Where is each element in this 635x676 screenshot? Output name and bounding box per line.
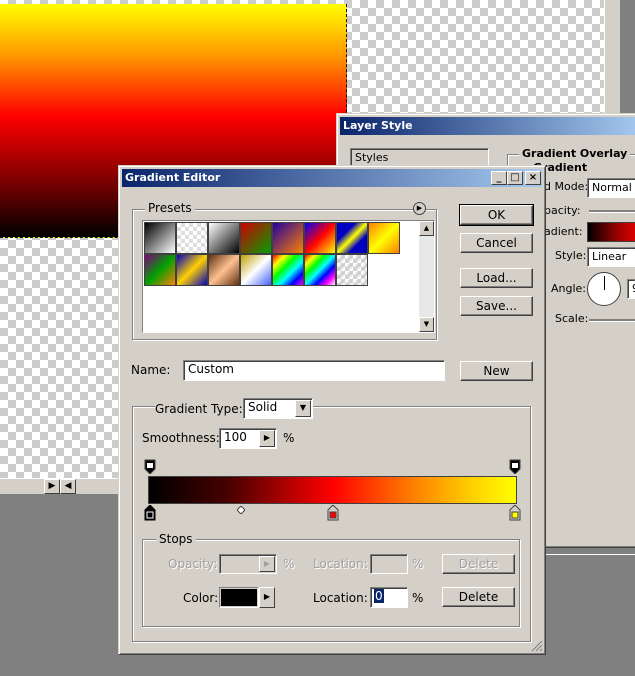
- midpoint-diamond-icon[interactable]: [236, 504, 246, 515]
- color-location-input[interactable]: 0: [370, 587, 408, 608]
- dropdown-arrow-icon[interactable]: ▼: [295, 400, 311, 417]
- color-menu-arrow-icon[interactable]: ▶: [259, 587, 275, 608]
- opacity-delete-button: Delete: [442, 554, 515, 574]
- preset-swatch[interactable]: [304, 222, 336, 254]
- color-location-value: 0: [374, 589, 384, 603]
- preset-swatch[interactable]: [368, 222, 400, 254]
- style-label: Style:: [555, 249, 587, 262]
- smoothness-percent: %: [283, 431, 295, 445]
- gradient-editor-title: Gradient Editor: [125, 171, 221, 184]
- preset-swatch[interactable]: [208, 222, 240, 254]
- smoothness-value: 100: [224, 430, 247, 444]
- preset-swatch[interactable]: [272, 222, 304, 254]
- name-label: Name:: [131, 363, 171, 377]
- preset-swatch[interactable]: [336, 222, 368, 254]
- scroll-right-arrow-icon[interactable]: ▶: [44, 479, 60, 494]
- angle-dial-needle-icon: [604, 276, 605, 290]
- scale-slider[interactable]: [589, 319, 635, 322]
- blend-mode-select[interactable]: Normal: [587, 178, 635, 198]
- opacity-arrow-icon: ▶: [259, 556, 275, 572]
- smoothness-label: Smoothness:: [142, 431, 220, 445]
- presets-list[interactable]: ▲ ▼: [142, 220, 435, 333]
- gradient-overlay-title: Gradient Overlay: [519, 147, 631, 160]
- opacity-stop-right[interactable]: [509, 459, 521, 475]
- preset-swatch[interactable]: [144, 222, 176, 254]
- opacity-stop-input: ▶: [219, 554, 277, 574]
- color-swatch-fill: [221, 589, 257, 606]
- color-stop-black[interactable]: [144, 504, 156, 521]
- preset-swatch[interactable]: [240, 222, 272, 254]
- preset-swatch[interactable]: [208, 254, 240, 286]
- gradient-preview[interactable]: [587, 222, 635, 242]
- opacity-stop-label: Opacity:: [168, 557, 218, 571]
- preset-swatch[interactable]: [176, 222, 208, 254]
- opacity-location-percent: %: [412, 557, 424, 571]
- styles-label: Styles: [355, 151, 389, 164]
- preset-swatch[interactable]: [304, 254, 336, 286]
- opacity-stop-percent: %: [283, 557, 295, 571]
- opacity-stop-left[interactable]: [144, 459, 156, 475]
- preset-swatch[interactable]: [176, 254, 208, 286]
- opacity-location-label: Location:: [313, 557, 368, 571]
- blend-mode-label: d Mode:: [544, 180, 589, 193]
- scroll-down-icon[interactable]: ▼: [419, 317, 434, 332]
- preset-swatch[interactable]: [336, 254, 368, 286]
- scroll-left-arrow-icon[interactable]: ◀: [60, 479, 76, 494]
- layer-style-titlebar[interactable]: Layer Style: [340, 117, 635, 135]
- angle-input[interactable]: 9: [627, 279, 635, 299]
- resize-grip-icon[interactable]: [529, 638, 543, 652]
- close-icon[interactable]: ×: [525, 171, 541, 185]
- name-input[interactable]: Custom: [183, 360, 445, 381]
- layer-style-title: Layer Style: [343, 119, 413, 132]
- opacity-slider[interactable]: [589, 210, 635, 213]
- load-button[interactable]: Load...: [460, 268, 533, 288]
- scale-label: Scale:: [555, 312, 589, 325]
- gradient-type-label: Gradient Type:: [155, 402, 245, 416]
- minimize-icon[interactable]: _: [491, 171, 507, 185]
- maximize-icon[interactable]: □: [507, 171, 523, 185]
- save-button[interactable]: Save...: [460, 296, 533, 316]
- smoothness-input[interactable]: 100 ▶: [219, 428, 277, 449]
- smoothness-arrow-icon[interactable]: ▶: [259, 430, 275, 447]
- cancel-button[interactable]: Cancel: [460, 233, 533, 253]
- presets-scrollbar[interactable]: ▲ ▼: [419, 221, 434, 332]
- ok-button[interactable]: OK: [459, 204, 534, 226]
- opacity-location-input: [370, 554, 408, 574]
- angle-dial[interactable]: [587, 272, 621, 306]
- gradient-bar[interactable]: [148, 476, 517, 504]
- stops-group: [142, 539, 520, 627]
- angle-label: Angle:: [551, 282, 587, 295]
- scroll-up-icon[interactable]: ▲: [419, 221, 434, 236]
- opacity-label: pacity:: [544, 204, 581, 217]
- gradient-editor-titlebar[interactable]: Gradient Editor _ □ ×: [122, 169, 542, 187]
- new-button[interactable]: New: [460, 361, 533, 381]
- presets-menu-icon[interactable]: ▶: [413, 202, 426, 215]
- color-stop-yellow[interactable]: [509, 504, 521, 521]
- gradient-type-select[interactable]: Solid ▼: [243, 398, 313, 419]
- color-stop-red[interactable]: [327, 504, 339, 521]
- color-stop-swatch[interactable]: [219, 587, 259, 608]
- color-delete-button[interactable]: Delete: [442, 587, 515, 607]
- color-location-label: Location:: [313, 591, 368, 605]
- preset-swatch[interactable]: [144, 254, 176, 286]
- preset-swatch[interactable]: [272, 254, 304, 286]
- gradient-type-value: Solid: [248, 400, 278, 414]
- color-stop-label: Color:: [183, 591, 219, 605]
- presets-label: Presets: [145, 201, 195, 215]
- color-location-percent: %: [412, 591, 424, 605]
- style-select[interactable]: Linear: [587, 247, 635, 267]
- gradient-editor-dialog: Gradient Editor _ □ × Presets ▶ ▲ ▼ OK C…: [118, 165, 546, 655]
- stops-label: Stops: [156, 532, 196, 546]
- gradient-label: adient:: [544, 225, 583, 238]
- preset-swatch[interactable]: [240, 254, 272, 286]
